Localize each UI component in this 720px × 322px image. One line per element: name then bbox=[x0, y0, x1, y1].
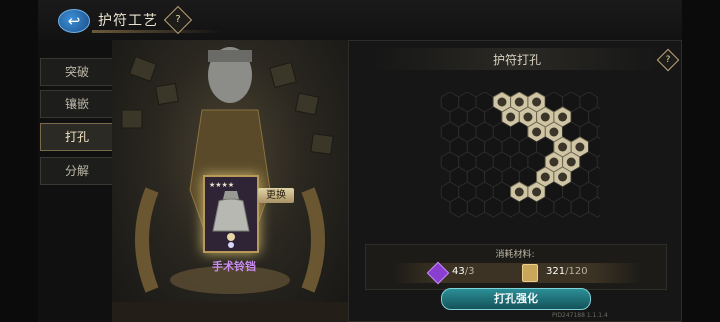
punch-enhance-button[interactable]: 打孔强化 bbox=[441, 288, 591, 310]
socket-empty bbox=[570, 196, 590, 218]
socket-hole bbox=[514, 97, 524, 107]
crystal-required: /3 bbox=[464, 266, 475, 277]
socket-empty bbox=[501, 196, 520, 218]
panel-title: 护符打孔 bbox=[492, 53, 541, 67]
scroll-required: /120 bbox=[565, 266, 588, 277]
title-underline bbox=[92, 30, 222, 33]
socket-hole bbox=[540, 112, 550, 122]
back-arrow-icon: ↩ bbox=[67, 12, 81, 30]
socket-hole bbox=[532, 97, 542, 107]
socket-hole bbox=[523, 112, 533, 122]
socket-hole bbox=[532, 127, 542, 137]
page-title: 护符工艺 bbox=[98, 13, 158, 29]
socket-empty bbox=[449, 196, 468, 218]
socket-hole bbox=[506, 112, 516, 122]
socket-hole bbox=[497, 97, 507, 107]
swap-button[interactable]: 更换 bbox=[258, 188, 294, 203]
scroll-cost: 321/120 bbox=[546, 266, 588, 277]
socket-hole bbox=[558, 112, 568, 122]
help-diamond-icon: ? bbox=[175, 14, 181, 25]
back-button[interactable]: ↩ bbox=[58, 9, 90, 33]
item-name: 手术铃铛 bbox=[212, 260, 256, 273]
scroll-icon bbox=[522, 264, 538, 282]
tab-punch[interactable]: 打孔 bbox=[40, 123, 114, 151]
socket-hole bbox=[540, 172, 550, 182]
scroll-current: 321 bbox=[546, 266, 566, 277]
crystal-cost: 43/3 bbox=[452, 266, 474, 277]
socket-hole bbox=[558, 142, 568, 152]
socket-empty bbox=[536, 196, 555, 218]
crystal-current: 43 bbox=[452, 266, 465, 277]
socket-hole bbox=[532, 187, 542, 197]
tab-decompose[interactable]: 分解 bbox=[40, 157, 114, 185]
bell-icon: ★★★★ bbox=[209, 181, 250, 248]
socket-empty bbox=[484, 196, 503, 218]
socket-hole bbox=[575, 142, 585, 152]
tab-breakthrough[interactable]: 突破 bbox=[40, 58, 114, 86]
version-label: PID247188 1.1.1.4 bbox=[552, 312, 608, 319]
svg-text:★★★★: ★★★★ bbox=[209, 181, 234, 189]
help-diamond-icon: ? bbox=[665, 55, 671, 65]
socket-hex-grid bbox=[440, 92, 600, 218]
socket-empty bbox=[518, 196, 538, 218]
socket-hole bbox=[514, 187, 524, 197]
socket-hole bbox=[558, 172, 568, 182]
socket-hole bbox=[566, 157, 576, 167]
socket-empty bbox=[553, 196, 572, 218]
amulet-item-card[interactable]: ★★★★ bbox=[203, 175, 259, 253]
left-bezel bbox=[0, 0, 38, 322]
socket-empty bbox=[466, 196, 486, 218]
socket-hole bbox=[549, 157, 559, 167]
tab-inlay[interactable]: 镶嵌 bbox=[40, 90, 114, 118]
cost-label: 消耗材料: bbox=[495, 250, 535, 260]
right-bezel bbox=[682, 0, 720, 322]
socket-hole bbox=[549, 127, 559, 137]
